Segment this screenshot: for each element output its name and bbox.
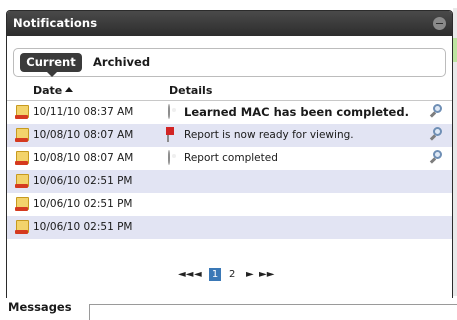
row-date: 10/11/10 08:37 AM (33, 106, 134, 118)
notifications-panel: Notifications Current Archived Date Deta… (6, 10, 453, 300)
table-row[interactable]: 10/08/10 08:07 AM Report completed (7, 147, 452, 170)
notification-tabs: Current Archived (13, 48, 446, 77)
notification-list: 10/11/10 08:37 AM Learned MAC has been c… (7, 101, 452, 239)
gear-icon (167, 104, 181, 119)
row-date: 10/06/10 02:51 PM (33, 221, 133, 233)
row-detail: Report completed (184, 152, 278, 164)
page-2-button[interactable]: 2 (229, 269, 235, 280)
previous-page-button[interactable]: ◄ (194, 269, 202, 280)
last-page-button[interactable]: ►► (259, 269, 274, 280)
first-page-button[interactable]: ◄◄ (178, 269, 193, 280)
view-details-icon[interactable] (429, 150, 445, 166)
tab-messages[interactable]: Messages (8, 300, 72, 314)
notification-icon (15, 105, 29, 119)
panel-header: Notifications (7, 11, 452, 36)
row-date: 10/06/10 02:51 PM (33, 175, 133, 187)
table-row[interactable]: 10/08/10 08:07 AM Report is now ready fo… (7, 124, 452, 147)
notification-icon (15, 174, 29, 188)
page-1-button[interactable]: 1 (209, 268, 221, 281)
notification-icon (15, 128, 29, 142)
gear-icon (167, 150, 181, 165)
table-row[interactable]: 10/11/10 08:37 AM Learned MAC has been c… (7, 101, 452, 124)
tab-divider (89, 304, 90, 320)
row-date: 10/06/10 02:51 PM (33, 198, 133, 210)
notification-icon (15, 220, 29, 234)
panel-title: Notifications (13, 16, 98, 30)
table-row[interactable]: 10/06/10 02:51 PM (7, 170, 452, 193)
row-detail: Learned MAC has been completed. (184, 105, 409, 119)
background-highlight (453, 38, 457, 62)
view-details-icon[interactable] (429, 104, 445, 120)
collapse-icon[interactable] (433, 17, 446, 30)
sort-ascending-icon (65, 87, 74, 92)
table-row[interactable]: 10/06/10 02:51 PM (7, 193, 452, 216)
notification-icon (15, 151, 29, 165)
notification-icon (15, 197, 29, 211)
column-date[interactable]: Date (33, 84, 74, 97)
tab-archived[interactable]: Archived (93, 53, 150, 72)
table-row[interactable]: 10/06/10 02:51 PM (7, 216, 452, 239)
row-date: 10/08/10 08:07 AM (33, 152, 134, 164)
bottom-tab-bar: Messages (0, 298, 457, 320)
table-header: Date Details (7, 82, 452, 101)
column-details: Details (169, 84, 213, 97)
row-detail: Report is now ready for viewing. (184, 129, 354, 141)
pagination: ◄◄ ◄ 1 2 ► ►► (7, 267, 452, 285)
view-details-icon[interactable] (429, 127, 445, 143)
tab-divider-line (89, 304, 457, 305)
row-date: 10/08/10 08:07 AM (33, 129, 134, 141)
background-page (0, 0, 457, 8)
next-page-button[interactable]: ► (246, 269, 254, 280)
tab-current[interactable]: Current (20, 53, 82, 77)
pdf-icon (167, 127, 181, 142)
column-date-label: Date (33, 84, 63, 97)
